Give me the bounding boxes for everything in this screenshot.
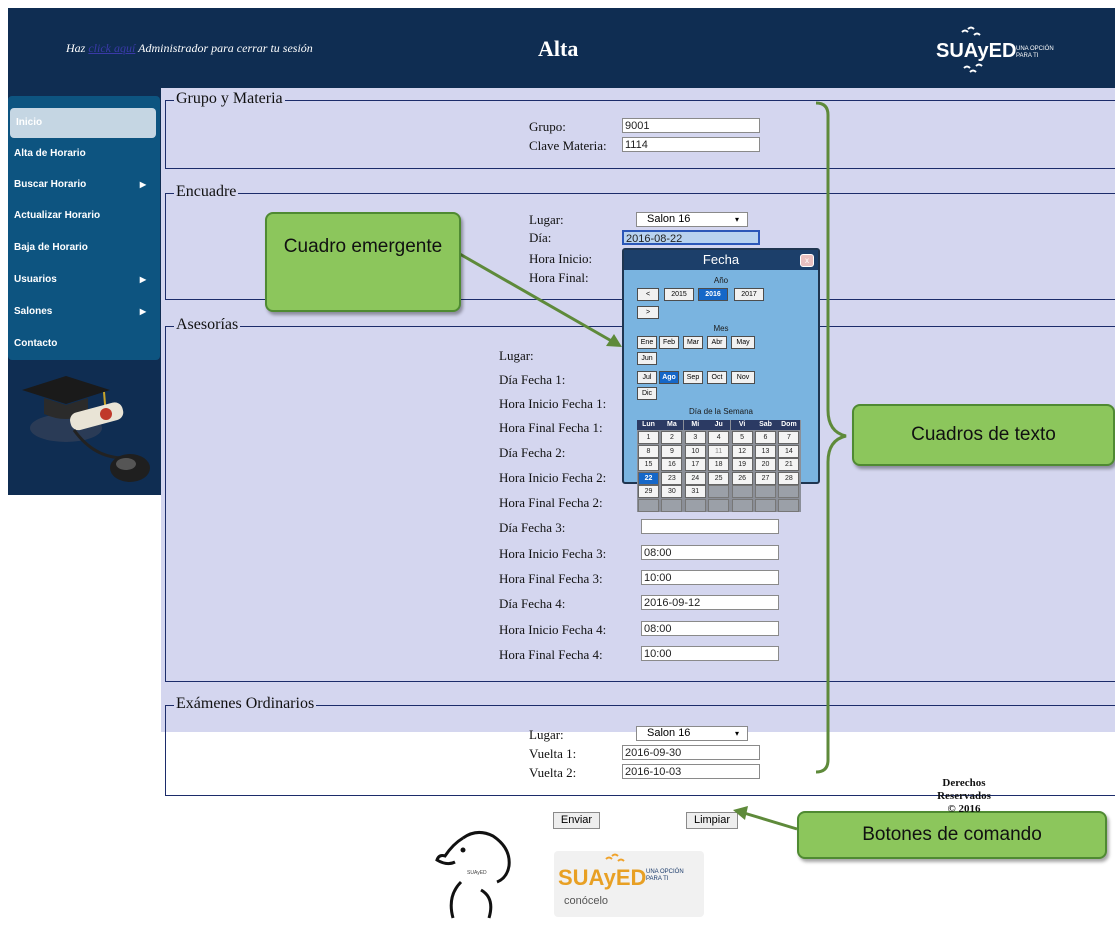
callout-botones-comando: Botones de comando (797, 811, 1107, 859)
footer-logo-brand: SUAyED (558, 865, 647, 890)
suayed-footer-logo: SUAyED UNA OPCIÓN PARA TI conócelo (554, 851, 704, 917)
arrow-line-commands (743, 811, 798, 831)
callout-cuadro-emergente: Cuadro emergente (265, 212, 461, 312)
copyright: Derechos Reservados © 2016 (924, 777, 1004, 816)
svg-text:SUAyED: SUAyED (467, 870, 487, 876)
copyright-line-2: Reservados (937, 790, 991, 802)
unam-puma-logo: SUAyED (433, 826, 519, 922)
arrow-head-commands (733, 806, 748, 820)
copyright-line-3: © 2016 (947, 803, 981, 815)
callout-textboxes-text: Cuadros de texto (911, 424, 1056, 445)
brace-shape (815, 101, 847, 774)
callout-cuadros-texto: Cuadros de texto (852, 404, 1115, 466)
footer-logo-tagline: UNA OPCIÓN PARA TI (646, 869, 684, 882)
arrow-line-popup (457, 251, 616, 345)
footer-logo-sub: conócelo (564, 895, 609, 907)
copyright-line-1: Derechos (942, 777, 986, 789)
callout-commands-text: Botones de comando (862, 824, 1042, 845)
callout-popup-text: Cuadro emergente (283, 236, 443, 257)
